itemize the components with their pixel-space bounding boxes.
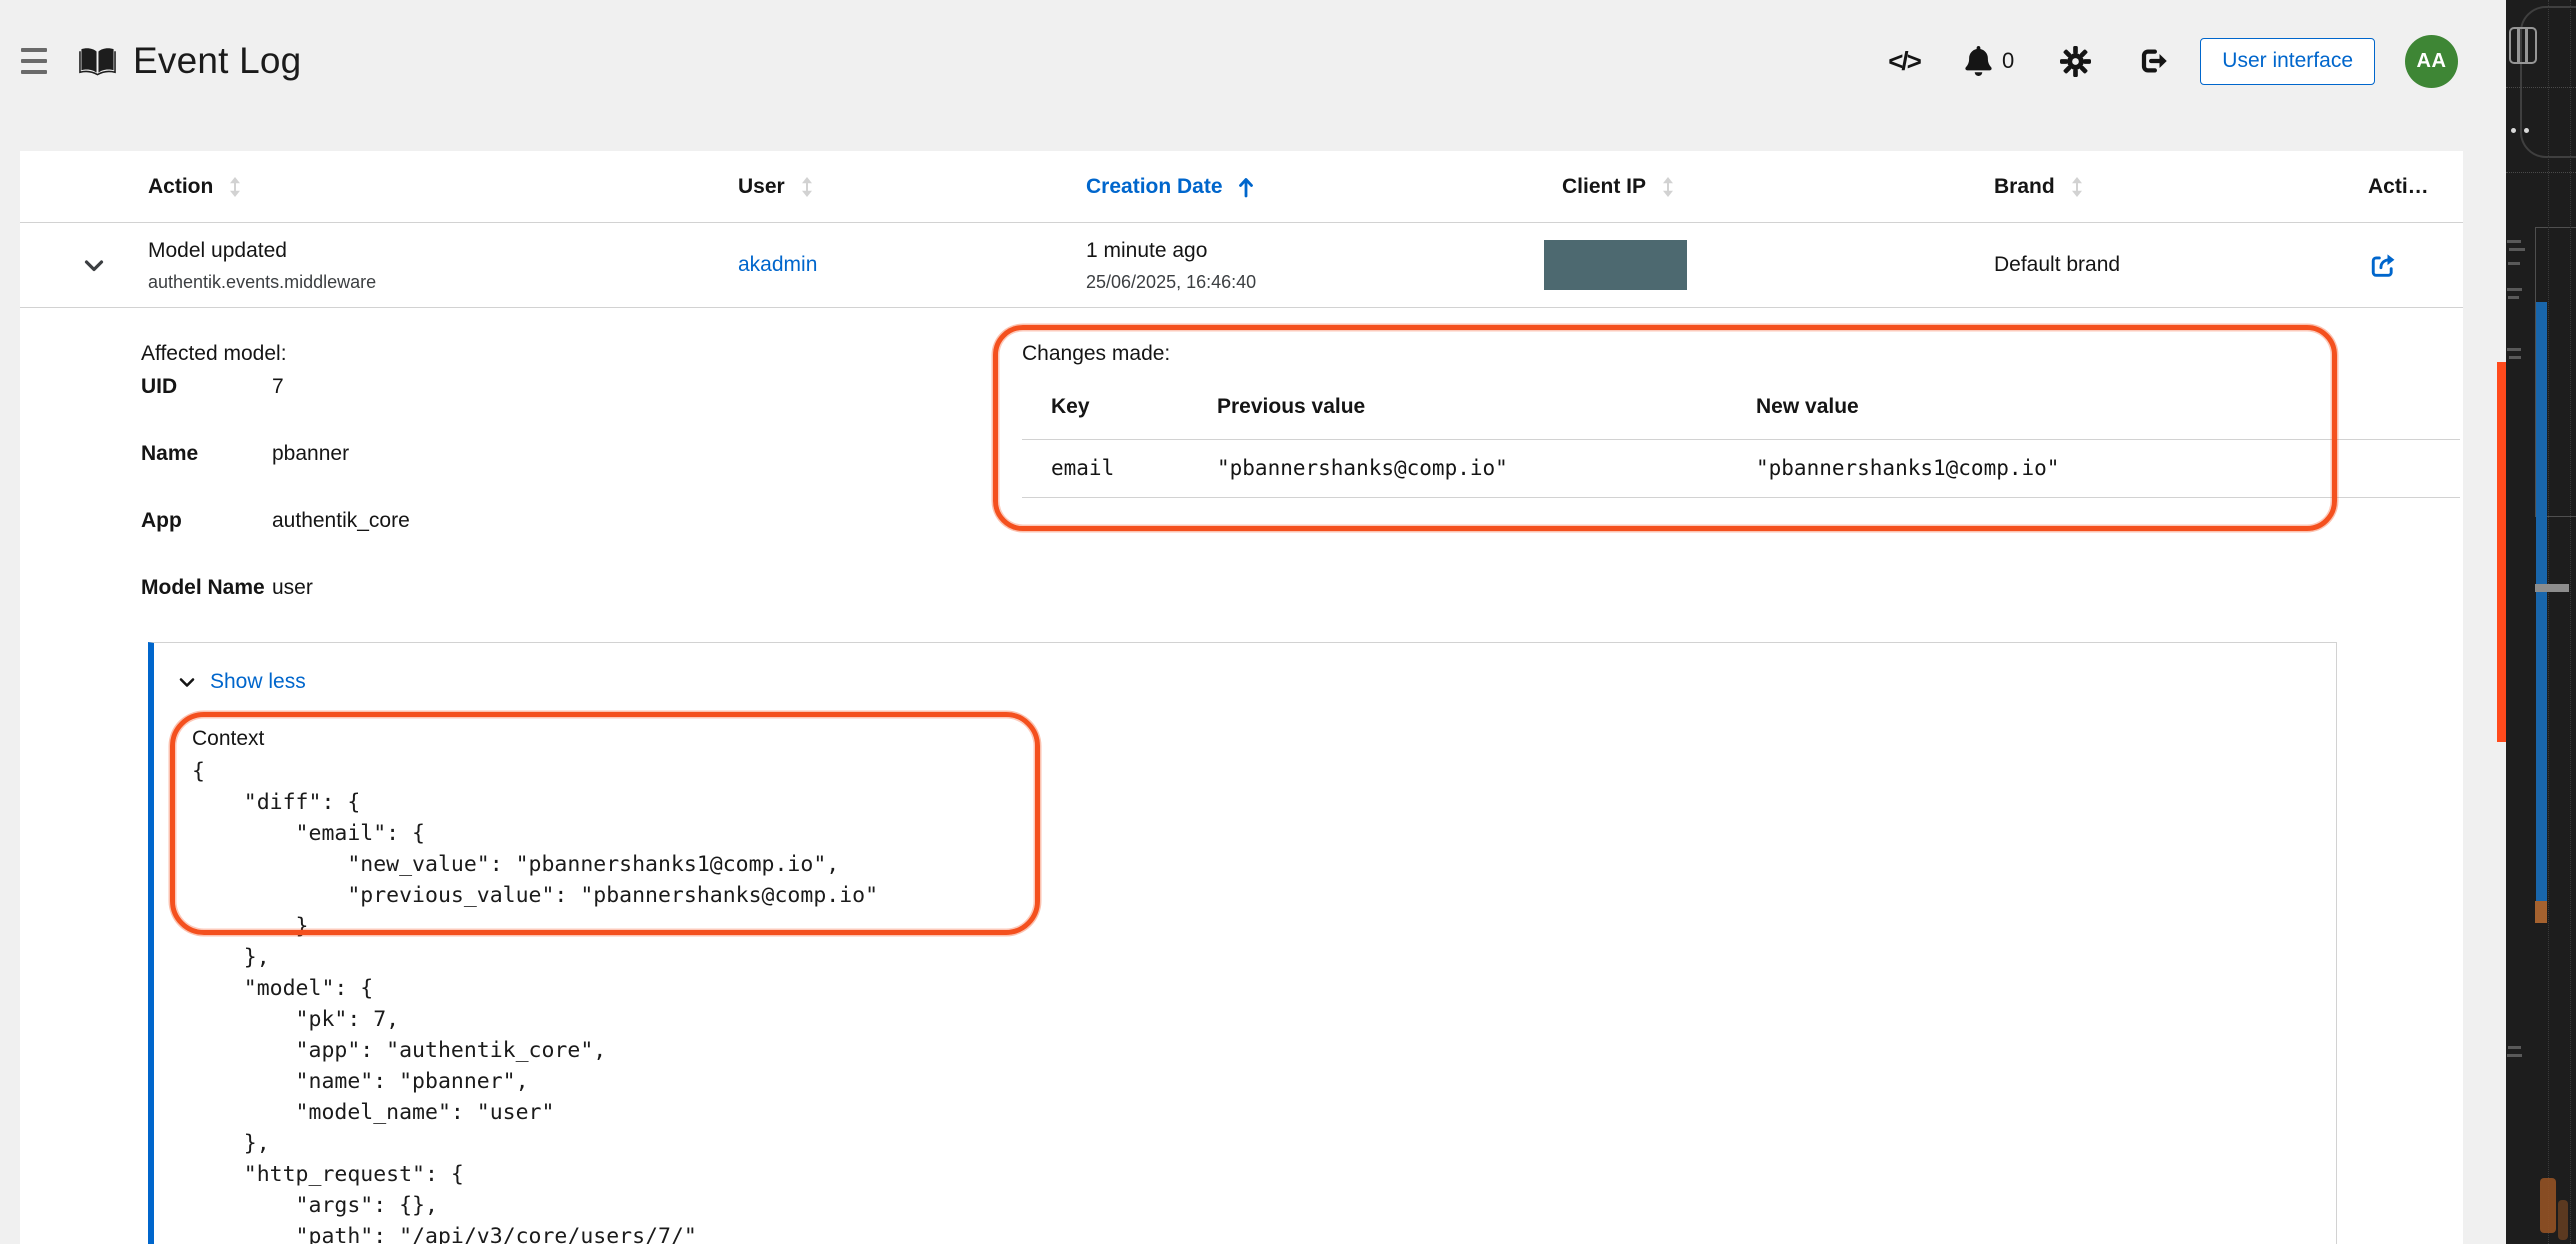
bell-icon: [1965, 46, 1992, 76]
page-title: Event Log: [133, 40, 301, 82]
column-header-creation-date[interactable]: Creation Date: [1086, 175, 1562, 199]
mini-text: [2508, 1046, 2521, 1049]
notification-count: 0: [2002, 48, 2014, 74]
side-panel-dot: [2511, 128, 2516, 133]
affected-model-section: Affected model: UID 7 Name pbanner App a…: [141, 341, 410, 644]
show-less-toggle[interactable]: Show less: [179, 670, 306, 694]
context-json: { "diff": { "email": { "new_value": "pba…: [192, 756, 878, 1244]
client-ip-cell: [1562, 240, 1994, 290]
mini-text: [2507, 348, 2521, 351]
column-header-actions: Acti…: [2368, 175, 2463, 199]
mini-text: [2507, 240, 2521, 243]
menu-icon[interactable]: [21, 48, 47, 74]
side-panel-line: [2570, 0, 2571, 1244]
created-absolute: 25/06/2025, 16:46:40: [1086, 271, 1562, 293]
masthead-actions: </> 0: [1843, 35, 2458, 88]
side-panel-drag-handle[interactable]: [2535, 584, 2569, 592]
column-header-action[interactable]: Action: [148, 175, 738, 199]
side-panel-dot: [2524, 128, 2529, 133]
notifications-button[interactable]: 0: [1965, 39, 2014, 83]
columns-layout-icon: [2509, 27, 2537, 64]
field-row-app: App authentik_core: [141, 510, 410, 531]
user-link[interactable]: akadmin: [738, 253, 817, 276]
change-key: email: [1051, 456, 1217, 480]
brand: Event Log: [79, 40, 301, 82]
chevron-down-icon: [179, 677, 195, 688]
arrow-up-icon: [1238, 176, 1254, 198]
side-panel-line: [2548, 0, 2549, 1244]
show-less-label: Show less: [210, 670, 306, 694]
book-open-icon: [79, 46, 116, 76]
side-panel-orange-bar: [2497, 362, 2506, 742]
affected-model-title: Affected model:: [141, 341, 410, 367]
creation-date-cell: 1 minute ago 25/06/2025, 16:46:40: [1086, 238, 1562, 293]
masthead: Event Log </> 0: [0, 0, 2506, 122]
row-expander-button[interactable]: [20, 259, 148, 272]
sort-icon: [1661, 176, 1675, 198]
event-row: Model updated authentik.events.middlewar…: [20, 223, 2463, 308]
open-event-icon[interactable]: [2368, 252, 2463, 279]
event-log-card: Action User Creation Date Client IP Bran…: [20, 151, 2463, 1244]
change-previous-value: "pbannershanks@comp.io": [1217, 456, 1756, 480]
column-header-brand[interactable]: Brand: [1994, 175, 2368, 199]
client-ip-redaction: [1544, 240, 1687, 290]
sign-out-icon: [2138, 46, 2168, 76]
side-panel-blob: [2540, 1178, 2556, 1233]
context-panel: Show less Context { "diff": { "email": {…: [148, 642, 2337, 1244]
side-panel-divider: [2506, 87, 2576, 88]
side-panel-scroll-indicator: [2536, 302, 2547, 901]
changes-made-title: Changes made:: [1022, 341, 2460, 367]
gear-icon: [2060, 46, 2091, 77]
sign-out-button[interactable]: [2136, 39, 2170, 83]
mini-text: [2509, 248, 2525, 251]
mini-text: [2509, 356, 2521, 359]
sort-icon: [800, 176, 814, 198]
action-label: Model updated: [148, 238, 738, 264]
brand-cell: Default brand: [1994, 253, 2368, 277]
mini-text: [2507, 1054, 2522, 1057]
sort-icon: [2070, 176, 2084, 198]
field-row-uid: UID 7: [141, 376, 410, 397]
mini-text: [2507, 288, 2522, 291]
side-panel: [2506, 0, 2576, 1244]
settings-button[interactable]: [2058, 39, 2092, 83]
changes-table-row: email "pbannershanks@comp.io" "pbannersh…: [1022, 440, 2460, 498]
api-browser-icon[interactable]: </>: [1887, 39, 1921, 83]
side-panel-divider: [2506, 172, 2576, 173]
changes-made-section: Changes made: Key Previous value New val…: [1022, 341, 2460, 498]
avatar[interactable]: AA: [2405, 35, 2458, 88]
created-relative: 1 minute ago: [1086, 238, 1562, 264]
context-title: Context: [192, 725, 878, 753]
field-row-name: Name pbanner: [141, 443, 410, 464]
side-panel-marker: [2535, 901, 2547, 923]
mini-text: [2508, 262, 2520, 265]
side-panel-blob: [2558, 1200, 2568, 1240]
column-header-client-ip[interactable]: Client IP: [1562, 175, 1994, 199]
action-source: authentik.events.middleware: [148, 271, 738, 293]
table-header-row: Action User Creation Date Client IP Bran…: [20, 151, 2463, 223]
masthead-left: Event Log: [21, 40, 301, 82]
actions-cell: [2368, 252, 2463, 279]
user-interface-button[interactable]: User interface: [2200, 38, 2375, 85]
mini-text: [2508, 296, 2519, 299]
context-block: Context { "diff": { "email": { "new_valu…: [192, 725, 878, 1244]
action-cell: Model updated authentik.events.middlewar…: [148, 238, 738, 293]
user-cell: akadmin: [738, 253, 1086, 277]
column-header-user[interactable]: User: [738, 175, 1086, 199]
changes-table-header: Key Previous value New value: [1022, 367, 2460, 440]
change-new-value: "pbannershanks1@comp.io": [1756, 456, 2460, 480]
chevron-down-icon: [84, 259, 148, 272]
field-row-model-name: Model Name user: [141, 577, 410, 598]
sort-icon: [228, 176, 242, 198]
